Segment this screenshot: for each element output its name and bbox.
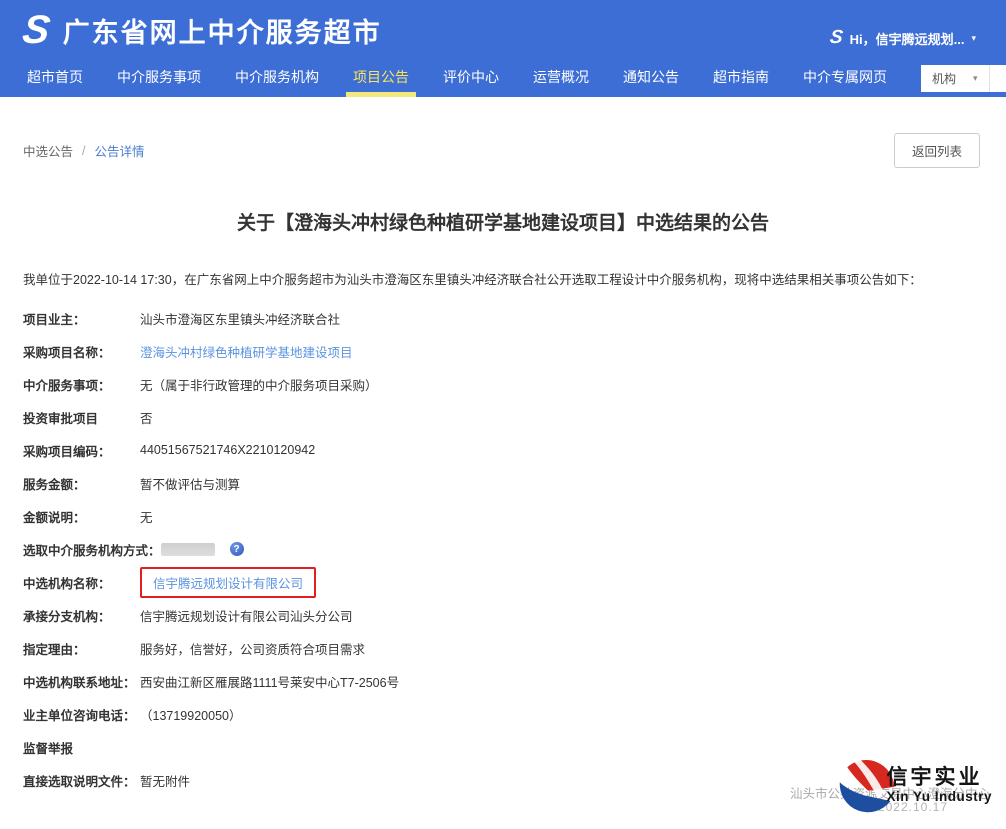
field-value-link[interactable]: 信宇腾远规划设计有限公司 <box>153 577 303 591</box>
nav-item-guide[interactable]: 超市指南 <box>713 60 769 97</box>
field-value: 服务好，信誉好，公司资质符合项目需求 <box>140 639 365 658</box>
announcement-fields: 项目业主：汕头市澄海区东里镇头冲经济联合社采购项目名称：澄海头冲村绿色种植研学基… <box>0 302 1006 797</box>
field-row-procurement-project-name: 采购项目名称：澄海头冲村绿色种植研学基地建设项目 <box>23 335 983 368</box>
company-stamp: 信宇实业 Xin Yu Industry <box>836 755 992 815</box>
field-label: 中选机构联系地址： <box>23 672 140 691</box>
field-row-selected-agency-name: 中选机构名称： 信宇腾远规划设计有限公司 <box>23 566 983 599</box>
field-label: 直接选取说明文件： <box>23 771 140 790</box>
field-label: 业主单位咨询电话： <box>23 705 140 724</box>
field-row-amount-note: 金额说明：无 <box>23 500 983 533</box>
field-row-owner-phone: 业主单位咨询电话：（13719920050） <box>23 698 983 731</box>
field-label: 选取中介服务机构方式： <box>23 540 161 559</box>
back-to-list-button[interactable]: 返回列表 <box>894 133 980 168</box>
field-label: 中介服务事项： <box>23 375 140 394</box>
nav-item-evaluation-center[interactable]: 评价中心 <box>443 60 499 97</box>
user-menu[interactable]: S Hi，信宇腾远规划... ▾ <box>830 27 976 49</box>
field-value: 暂无附件 <box>140 771 190 790</box>
chevron-down-icon: ▾ <box>971 33 976 44</box>
field-label: 采购项目编码： <box>23 441 140 460</box>
search-category-select[interactable]: 机构 ▾ <box>921 65 990 92</box>
field-row-service-amount: 服务金额：暂不做评估与测算 <box>23 467 983 500</box>
breadcrumb-parent[interactable]: 中选公告 <box>23 141 73 160</box>
field-value: 信宇腾远规划设计有限公司汕头分公司 <box>140 606 353 625</box>
field-row-investment-approval: 投资审批项目否 <box>23 401 983 434</box>
page: S 广东省网上中介服务超市 S Hi，信宇腾远规划... ▾ 超市首页中介服务事… <box>0 0 1006 829</box>
brand-logo-icon[interactable]: S <box>20 10 52 50</box>
nav-item-notices[interactable]: 通知公告 <box>623 60 679 97</box>
breadcrumb-current: 公告详情 <box>95 141 145 160</box>
redacted-value <box>161 543 215 556</box>
search-box: 机构 ▾ <box>921 65 1006 92</box>
field-row-branch-agency: 承接分支机构：信宇腾远规划设计有限公司汕头分公司 <box>23 599 983 632</box>
breadcrumb-separator: / <box>82 144 85 158</box>
search-input[interactable] <box>990 65 1006 92</box>
page-title: 关于【澄海头冲村绿色种植研学基地建设项目】中选结果的公告 <box>0 208 1006 235</box>
breadcrumb-row: 中选公告 / 公告详情 返回列表 <box>0 133 1006 168</box>
field-label: 监督举报 <box>23 738 140 757</box>
field-label: 投资审批项目 <box>23 408 140 427</box>
company-name-cn: 信宇实业 <box>886 766 992 789</box>
nav-item-service-items[interactable]: 中介服务事项 <box>117 60 201 97</box>
field-label: 项目业主： <box>23 309 140 328</box>
nav-item-home[interactable]: 超市首页 <box>27 60 83 97</box>
help-icon[interactable]: ? <box>230 542 244 556</box>
field-label: 指定理由： <box>23 639 140 658</box>
header: S 广东省网上中介服务超市 S Hi，信宇腾远规划... ▾ 超市首页中介服务事… <box>0 0 1006 97</box>
brand-title: 广东省网上中介服务超市 <box>63 11 382 50</box>
field-value: 无（属于非行政管理的中介服务项目采购） <box>140 375 378 394</box>
field-value: 暂不做评估与测算 <box>140 474 240 493</box>
user-logo-icon: S <box>828 27 844 49</box>
field-label: 中选机构名称： <box>23 573 140 592</box>
company-stamp-text: 信宇实业 Xin Yu Industry <box>886 766 992 804</box>
nav-item-operation-overview[interactable]: 运营概况 <box>533 60 589 97</box>
header-top: S 广东省网上中介服务超市 S Hi，信宇腾远规划... ▾ <box>0 0 1006 60</box>
highlight-box: 信宇腾远规划设计有限公司 <box>140 567 316 598</box>
field-row-project-owner: 项目业主：汕头市澄海区东里镇头冲经济联合社 <box>23 302 983 335</box>
field-value: 无 <box>140 507 153 526</box>
field-value: 44051567521746X2210120942 <box>140 443 315 457</box>
chevron-down-icon: ▾ <box>973 73 978 84</box>
field-value: （13719920050） <box>140 705 241 724</box>
user-greeting: Hi，信宇腾远规划... <box>850 29 965 48</box>
field-label: 金额说明： <box>23 507 140 526</box>
field-value: 汕头市澄海区东里镇头冲经济联合社 <box>140 309 340 328</box>
field-label: 承接分支机构： <box>23 606 140 625</box>
nav-items: 超市首页中介服务事项中介服务机构项目公告评价中心运营概况通知公告超市指南中介专属… <box>27 60 921 97</box>
field-row-selection-method: 选取中介服务机构方式：? <box>23 533 983 566</box>
company-name-en: Xin Yu Industry <box>886 789 992 804</box>
field-value-link[interactable]: 澄海头冲村绿色种植研学基地建设项目 <box>140 342 353 361</box>
search-category-value: 机构 <box>932 70 956 87</box>
field-row-agency-address: 中选机构联系地址：西安曲江新区雁展路1111号莱安中心T7-2506号 <box>23 665 983 698</box>
navbar: 超市首页中介服务事项中介服务机构项目公告评价中心运营概况通知公告超市指南中介专属… <box>0 60 1006 97</box>
field-value: 西安曲江新区雁展路1111号莱安中心T7-2506号 <box>140 672 399 691</box>
nav-item-service-agencies[interactable]: 中介服务机构 <box>235 60 319 97</box>
field-row-designation-reason: 指定理由：服务好，信誉好，公司资质符合项目需求 <box>23 632 983 665</box>
nav-item-agency-pages[interactable]: 中介专属网页 <box>803 60 887 97</box>
field-label: 采购项目名称： <box>23 342 140 361</box>
field-label: 服务金额： <box>23 474 140 493</box>
field-value: 否 <box>140 408 153 427</box>
field-row-procurement-code: 采购项目编码：44051567521746X2210120942 <box>23 434 983 467</box>
announcement-intro: 我单位于2022-10-14 17:30，在广东省网上中介服务超市为汕头市澄海区… <box>0 271 1006 290</box>
nav-item-project-announcements[interactable]: 项目公告 <box>353 60 409 97</box>
field-row-service-item: 中介服务事项：无（属于非行政管理的中介服务项目采购） <box>23 368 983 401</box>
